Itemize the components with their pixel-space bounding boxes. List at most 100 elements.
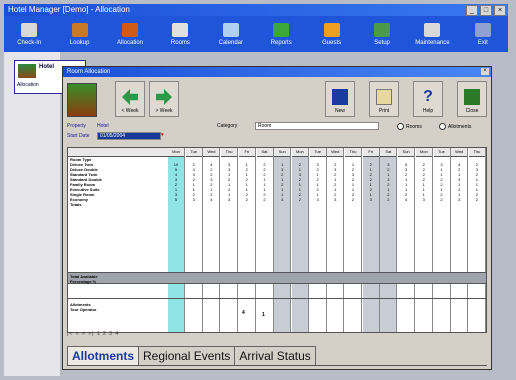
toolbar-button-4[interactable]: Calendar	[206, 16, 256, 52]
grid-column: Mon 10 5 4 3 2 1 3 5	[168, 148, 185, 332]
grid-cell[interactable]: 3	[363, 197, 379, 202]
hotel-icon	[18, 64, 36, 78]
grid-cell[interactable]: 2	[380, 197, 396, 202]
column-header[interactable]: Sun	[274, 148, 291, 157]
grid-cell[interactable]: 2	[434, 197, 450, 202]
category-field[interactable]: Room	[255, 122, 379, 130]
grid-column: Mon 2 2 2 2 1 1 1 3	[415, 148, 433, 332]
grid-cell[interactable]: 3	[310, 197, 326, 202]
column-header[interactable]: Mon	[291, 148, 308, 157]
totals-band	[68, 272, 486, 284]
column-header[interactable]: Thu	[345, 148, 361, 157]
column-header[interactable]: Fri	[238, 148, 255, 157]
lower-sub: Tour Operator	[70, 307, 97, 312]
help-button[interactable]: ? Help	[413, 81, 443, 117]
minimize-icon[interactable]: _	[466, 5, 478, 16]
column-header[interactable]: Tue	[185, 148, 202, 157]
column-header[interactable]: Wed	[451, 148, 468, 157]
new-button[interactable]: New	[325, 81, 355, 117]
toolbar-button-label: Lookup	[69, 39, 90, 46]
dropdown-icon[interactable]: ▾	[161, 132, 164, 138]
grid-column: Mon 2 1 3 2 1 1 2 2	[291, 148, 309, 332]
print-button[interactable]: Print	[369, 81, 399, 117]
grid-cell[interactable]: 3	[416, 197, 432, 202]
lower-value-2[interactable]: 1	[262, 312, 265, 318]
grid-cell[interactable]: 3	[451, 197, 467, 202]
grid-cell[interactable]: 3	[327, 197, 343, 202]
allotments-radio[interactable]: Allotments	[439, 123, 471, 130]
exit-door-icon	[464, 89, 480, 105]
column-header[interactable]: Thu	[468, 148, 485, 157]
record-navigator[interactable]: |< < > >| 1 2 3 4	[67, 331, 119, 337]
grid-cell[interactable]: 3	[221, 197, 237, 202]
sidebar	[4, 52, 60, 376]
column-header[interactable]: Sat	[380, 148, 397, 157]
start-date-field[interactable]: 01/05/2004	[97, 132, 161, 140]
lower-value-1[interactable]: 4	[242, 310, 245, 316]
next-week-button[interactable]: > Week	[149, 81, 179, 117]
maintenance-icon	[424, 22, 441, 37]
toolbar-button-8[interactable]: Maintenance	[407, 16, 457, 52]
close-button[interactable]: Close	[457, 81, 487, 117]
rooms-radio-label: Rooms	[406, 123, 422, 130]
toolbar-button-0[interactable]: Check-In	[4, 16, 54, 52]
column-header[interactable]: Fri	[362, 148, 379, 157]
rooms-icon	[172, 22, 189, 37]
grid-cell[interactable]: 5	[168, 197, 184, 202]
toolbar-button-1[interactable]: Lookup	[54, 16, 104, 52]
band-sub: Percentage %	[70, 279, 97, 284]
toolbar-button-3[interactable]: Rooms	[155, 16, 205, 52]
column-header[interactable]: Sun	[398, 148, 415, 157]
column-header[interactable]: Wed	[327, 148, 344, 157]
exit-icon	[474, 22, 491, 37]
setup-icon	[374, 22, 391, 37]
grid-cell[interactable]: 2	[469, 197, 485, 202]
grid-cell[interactable]: 4	[274, 197, 290, 202]
grid-cell[interactable]: 2	[292, 197, 308, 202]
property-value[interactable]: Hotel	[97, 123, 109, 129]
column-header[interactable]: Sat	[256, 148, 273, 157]
column-header[interactable]: Tue	[309, 148, 326, 157]
grid-cell[interactable]: 4	[398, 197, 414, 202]
reports-icon	[273, 22, 290, 37]
start-date-label: Start Date	[67, 133, 90, 139]
grid-column: Tue 3 2 1 2 1 2 1 3	[309, 148, 327, 332]
toolbar-button-2[interactable]: Allocation	[105, 16, 155, 52]
dialog-title-bar: Room Allocation ×	[63, 67, 491, 77]
app-window: Hotel Manager [Demo] - Allocation _ □ × …	[0, 0, 516, 380]
totals-band-label: Total Available Percentage %	[70, 274, 98, 284]
toolbar-button-6[interactable]: Guests	[306, 16, 356, 52]
category-label: Category	[217, 123, 238, 129]
column-header[interactable]: Thu	[221, 148, 238, 157]
grid-cell[interactable]: 2	[345, 197, 361, 202]
allocation-icon	[122, 22, 139, 37]
tab-2[interactable]: Arrival Status	[234, 346, 316, 365]
new-label: New	[334, 108, 345, 114]
grid-cell[interactable]: 2	[239, 197, 255, 202]
toolbar-button-label: Reports	[270, 39, 292, 46]
rooms-radio[interactable]: Rooms	[397, 123, 422, 130]
column-header[interactable]: Mon	[168, 148, 184, 157]
maximize-icon[interactable]: □	[480, 5, 492, 16]
toolbar-button-label: Check-In	[17, 39, 42, 46]
column-header[interactable]: Tue	[433, 148, 450, 157]
column-header[interactable]: Wed	[203, 148, 220, 157]
lower-divider	[68, 298, 486, 299]
grid-cell[interactable]: 2	[257, 197, 273, 202]
toolbar-button-9[interactable]: Exit	[458, 16, 508, 52]
tab-1[interactable]: Regional Events	[138, 346, 236, 365]
toolbar-button-5[interactable]: Reports	[256, 16, 306, 52]
column-header[interactable]: Mon	[415, 148, 432, 157]
left-arrow-icon	[122, 89, 138, 105]
grid-cell[interactable]: 4	[203, 197, 219, 202]
tab-0[interactable]: Allotments	[67, 346, 140, 365]
grid-cell[interactable]: 3	[186, 197, 202, 202]
dialog-close-icon[interactable]: ×	[481, 68, 489, 75]
toolbar-button-label: Exit	[477, 39, 488, 46]
grid-column: Thu 3 3 1 2 1 2 1 3	[221, 148, 239, 332]
grid-column: Sat 3 2 1 3 2 1 2 2	[380, 148, 398, 332]
toolbar-button-7[interactable]: Setup	[357, 16, 407, 52]
sidebar-item-sub: Allocation	[17, 82, 39, 88]
close-icon[interactable]: ×	[494, 5, 506, 16]
prev-week-button[interactable]: < Week	[115, 81, 145, 117]
